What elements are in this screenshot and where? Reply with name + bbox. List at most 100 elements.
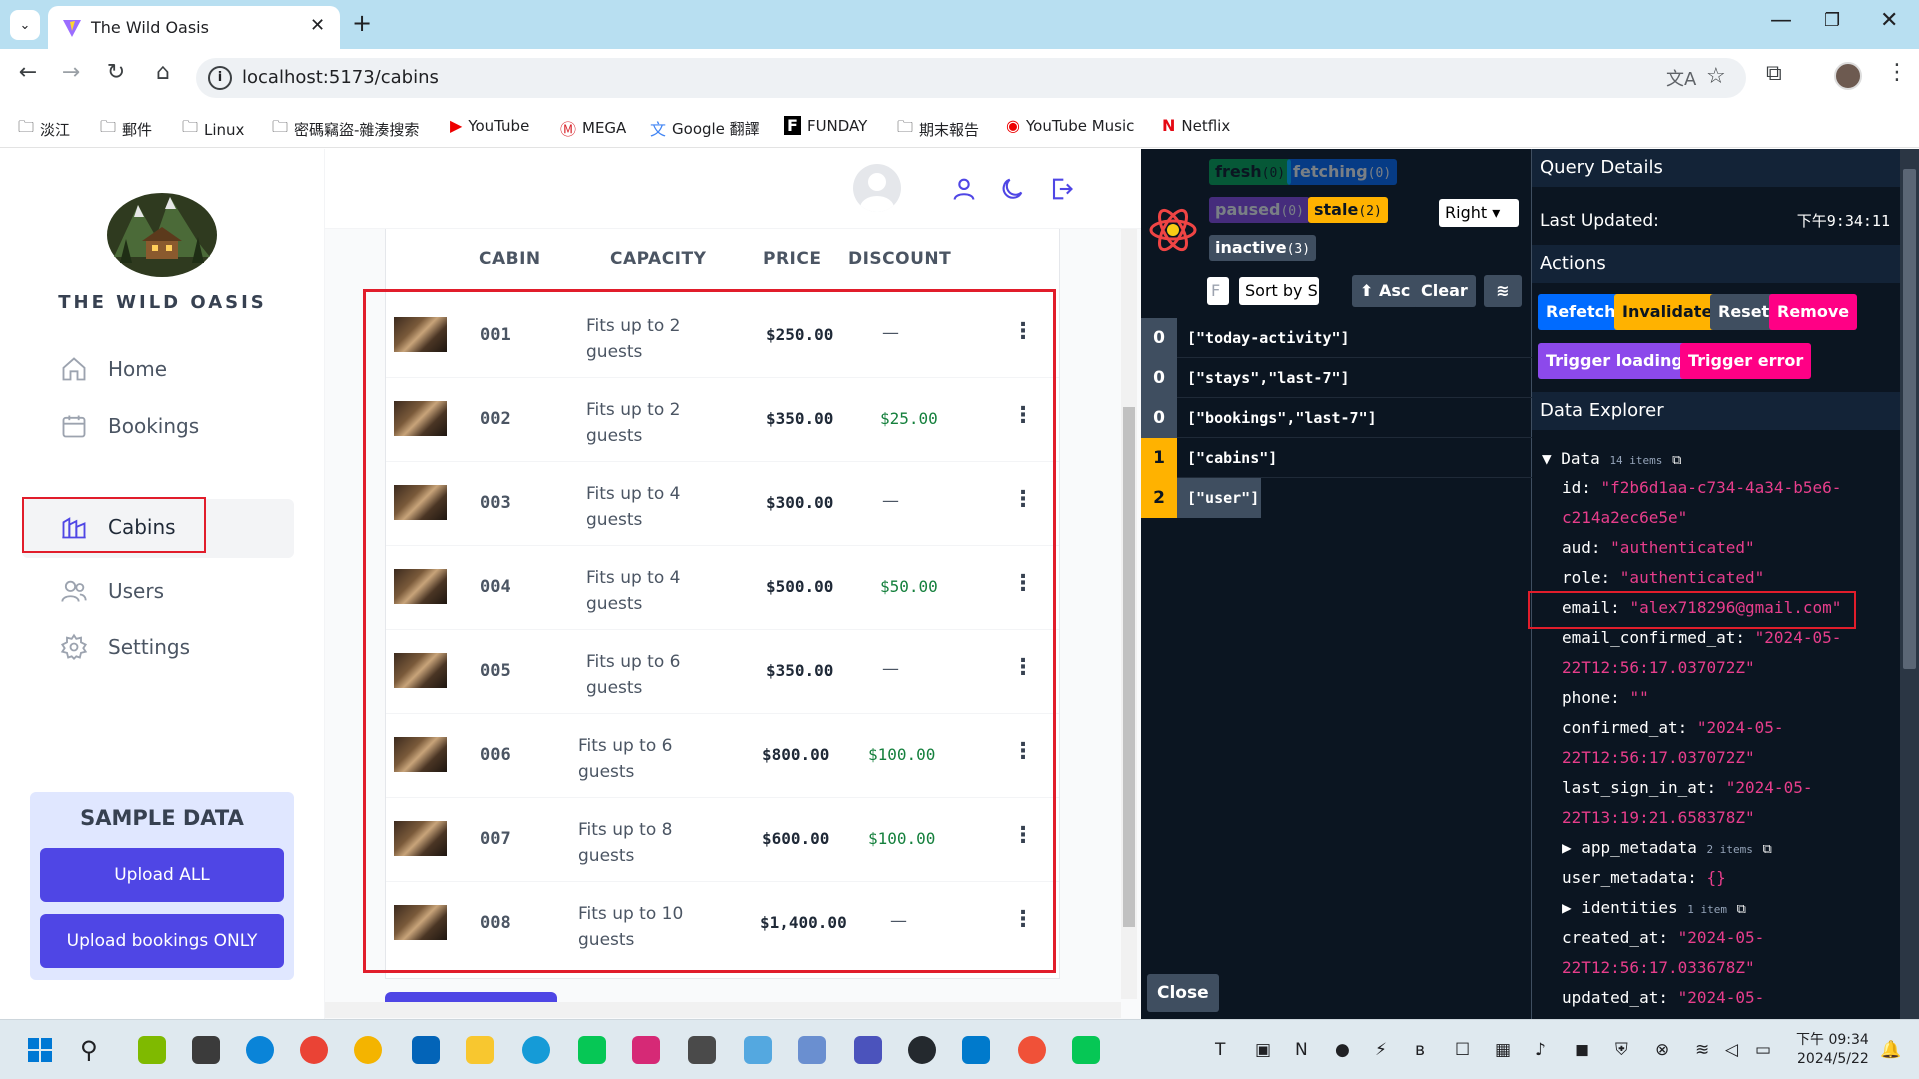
- tray-app-icon[interactable]: ▦: [1495, 1040, 1511, 1060]
- bookmark-item[interactable]: 🗀 郵件: [100, 116, 152, 143]
- volume-icon[interactable]: ◁: [1725, 1040, 1738, 1060]
- browser-tab[interactable]: The Wild Oasis ✕: [48, 6, 340, 49]
- vscode-icon[interactable]: [962, 1036, 990, 1064]
- clear-cache-button[interactable]: Clear: [1413, 275, 1476, 307]
- edge-icon[interactable]: [246, 1036, 274, 1064]
- remove-button[interactable]: Remove: [1769, 294, 1858, 330]
- sidebar-item-settings[interactable]: Settings: [60, 625, 190, 669]
- teams-icon[interactable]: [854, 1036, 882, 1064]
- new-tab-button[interactable]: +: [352, 9, 372, 37]
- row-menu-icon[interactable]: ⋮: [1012, 571, 1034, 596]
- windows-start-icon[interactable]: [26, 1036, 54, 1064]
- tray-bluetooth-icon[interactable]: ʙ: [1415, 1040, 1425, 1060]
- explorer-entry-app-metadata[interactable]: ▶ app_metadata 2 items ⧉: [1562, 838, 1772, 857]
- bookmark-item[interactable]: 文 Google 翻譯: [650, 116, 760, 140]
- tray-nvidia-icon[interactable]: ◼: [1575, 1040, 1589, 1060]
- trigger-error-button[interactable]: Trigger error: [1680, 343, 1812, 379]
- row-menu-icon[interactable]: ⋮: [1012, 739, 1034, 764]
- bookmark-item[interactable]: F FUNDAY: [784, 116, 867, 135]
- tray-teams-icon[interactable]: T: [1215, 1040, 1225, 1060]
- logout-icon[interactable]: [1047, 175, 1075, 203]
- window-maximize-button[interactable]: ❐: [1824, 10, 1840, 31]
- sort-select[interactable]: Sort by S ▾: [1239, 277, 1319, 305]
- site-info-icon[interactable]: i: [208, 66, 232, 90]
- postman-icon[interactable]: [1018, 1036, 1046, 1064]
- bookmark-item[interactable]: ▶ YouTube: [450, 116, 529, 135]
- tray-line-icon[interactable]: ☐: [1455, 1040, 1470, 1060]
- copilot-icon[interactable]: [138, 1036, 166, 1064]
- tray-audio-icon[interactable]: ♪: [1535, 1040, 1546, 1060]
- position-select[interactable]: Right ▾: [1439, 199, 1519, 227]
- bookmark-item[interactable]: 🗀 期末報告: [897, 116, 979, 143]
- sidebar-item-cabins[interactable]: Cabins: [60, 505, 176, 549]
- instagram-icon[interactable]: [632, 1036, 660, 1064]
- line-icon[interactable]: [578, 1036, 606, 1064]
- line-app-icon[interactable]: [1072, 1036, 1100, 1064]
- row-menu-icon[interactable]: ⋮: [1012, 907, 1034, 932]
- row-menu-icon[interactable]: ⋮: [1012, 487, 1034, 512]
- page-vertical-scrollbar[interactable]: [1121, 229, 1137, 999]
- back-arrow-icon[interactable]: ←: [12, 60, 44, 85]
- explorer-entry-identities[interactable]: ▶ identities 1 item ⧉: [1562, 898, 1746, 917]
- bookmark-star-icon[interactable]: ☆: [1706, 64, 1726, 89]
- row-menu-icon[interactable]: ⋮: [1012, 319, 1034, 344]
- wifi-toggle-icon[interactable]: ≋: [1484, 275, 1522, 307]
- upload-bookings-button[interactable]: Upload bookings ONLY: [40, 914, 284, 968]
- account-icon[interactable]: [950, 175, 978, 203]
- row-menu-icon[interactable]: ⋮: [1012, 403, 1034, 428]
- upload-all-button[interactable]: Upload ALL: [40, 848, 284, 902]
- query-row[interactable]: 0 ["today-activity"]: [1141, 318, 1532, 358]
- reset-button[interactable]: Reset: [1710, 294, 1778, 330]
- github-icon[interactable]: [908, 1036, 936, 1064]
- notification-bell-icon[interactable]: 🔔: [1880, 1040, 1901, 1060]
- bookmark-item[interactable]: Ⓜ MEGA: [560, 116, 626, 140]
- wifi-icon[interactable]: ≋: [1695, 1040, 1709, 1060]
- row-menu-icon[interactable]: ⋮: [1012, 823, 1034, 848]
- row-menu-icon[interactable]: ⋮: [1012, 655, 1034, 680]
- chrome-profile-icon[interactable]: [354, 1036, 382, 1064]
- sort-asc-button[interactable]: ⬆ Asc: [1352, 275, 1419, 307]
- close-devtools-button[interactable]: Close: [1147, 974, 1219, 1012]
- calculator-icon[interactable]: [688, 1036, 716, 1064]
- media-icon[interactable]: [522, 1036, 550, 1064]
- user-avatar[interactable]: [853, 164, 901, 212]
- battery-icon[interactable]: ▭: [1755, 1040, 1771, 1060]
- tray-onenote-icon[interactable]: N: [1295, 1040, 1308, 1060]
- data-explorer-root[interactable]: ▼ Data 14 items ⧉: [1542, 449, 1681, 468]
- query-row[interactable]: 1 ["cabins"]: [1141, 438, 1532, 478]
- sidebar-item-users[interactable]: Users: [60, 569, 164, 613]
- forward-arrow-icon[interactable]: →: [55, 60, 87, 85]
- bookmark-item[interactable]: 🗀 密碼竊盜-雜湊搜索: [272, 116, 419, 143]
- add-cabin-button[interactable]: [385, 992, 557, 1002]
- query-row-selected[interactable]: 2 ["user"]: [1141, 478, 1261, 518]
- filter-input[interactable]: F: [1207, 277, 1229, 305]
- bookmark-item[interactable]: N Netflix: [1162, 116, 1230, 135]
- address-bar[interactable]: i localhost:5173/cabins 文A ☆: [196, 58, 1746, 98]
- browser-menu-icon[interactable]: ⋮: [1886, 60, 1908, 85]
- profile-avatar[interactable]: [1834, 62, 1862, 90]
- address-url[interactable]: localhost:5173/cabins: [242, 67, 439, 88]
- bookmark-item[interactable]: 🗀 Linux: [182, 116, 244, 143]
- extensions-icon[interactable]: ⧉: [1766, 61, 1782, 86]
- weather-icon[interactable]: [744, 1036, 772, 1064]
- tab-close-icon[interactable]: ✕: [310, 15, 325, 36]
- chrome-icon[interactable]: [300, 1036, 328, 1064]
- invalidate-button[interactable]: Invalidate: [1614, 294, 1721, 330]
- file-explorer-icon[interactable]: [466, 1036, 494, 1064]
- search-icon[interactable]: ⚲: [80, 1036, 108, 1064]
- task-view-icon[interactable]: [192, 1036, 220, 1064]
- tray-close-icon[interactable]: ⊗: [1655, 1040, 1669, 1060]
- refetch-button[interactable]: Refetch: [1538, 294, 1624, 330]
- snipping-icon[interactable]: [798, 1036, 826, 1064]
- sidebar-item-bookings[interactable]: Bookings: [60, 404, 199, 448]
- tray-shield-icon[interactable]: ⛨: [1615, 1040, 1628, 1060]
- window-close-button[interactable]: ✕: [1880, 8, 1898, 33]
- tab-search-button[interactable]: ⌄: [10, 10, 40, 40]
- query-row[interactable]: 0 ["bookings","last-7"]: [1141, 398, 1532, 438]
- home-browser-icon[interactable]: ⌂: [147, 60, 179, 85]
- tray-bolt-icon[interactable]: ⚡: [1375, 1040, 1387, 1060]
- bookmark-item[interactable]: ◉ YouTube Music: [1006, 116, 1134, 135]
- scrollbar-thumb[interactable]: [1903, 169, 1916, 669]
- dark-mode-moon-icon[interactable]: [998, 175, 1026, 203]
- devtools-scrollbar[interactable]: [1900, 149, 1919, 1019]
